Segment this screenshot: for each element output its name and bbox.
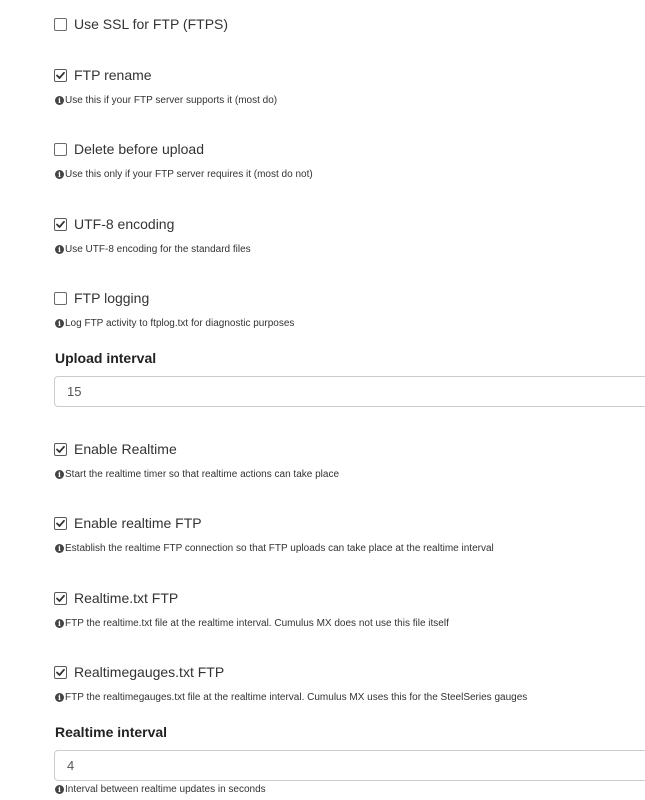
info-icon: i: [55, 469, 64, 479]
enable-realtime-checkbox[interactable]: [54, 442, 67, 456]
use-ssl-label: Use SSL for FTP (FTPS): [74, 16, 229, 32]
ftp-rename-help: i Use this if your FTP server supports i…: [55, 94, 277, 106]
upload-interval-input[interactable]: [54, 376, 645, 407]
utf8-encoding-checkbox[interactable]: [54, 217, 67, 231]
realtime-interval-help: i Interval between realtime updates in s…: [55, 783, 266, 795]
utf8-encoding-help: i Use UTF-8 encoding for the standard fi…: [55, 243, 251, 255]
realtime-txt-ftp-option[interactable]: Realtime.txt FTP: [54, 588, 178, 608]
checkmark-icon: [56, 594, 65, 602]
realtime-txt-ftp-checkbox[interactable]: [54, 591, 67, 605]
info-icon: i: [55, 692, 64, 702]
realtime-interval-help-text: Interval between realtime updates in sec…: [65, 783, 266, 795]
info-icon: i: [55, 244, 64, 254]
realtime-txt-ftp-label: Realtime.txt FTP: [74, 590, 179, 606]
utf8-encoding-label: UTF-8 encoding: [74, 216, 175, 232]
checkmark-icon: [56, 668, 65, 676]
enable-realtime-help-text: Start the realtime timer so that realtim…: [65, 468, 340, 480]
realtime-interval-label: Realtime interval: [55, 724, 168, 740]
delete-before-upload-help: i Use this only if your FTP server requi…: [55, 168, 313, 180]
ftp-logging-help-text: Log FTP activity to ftplog.txt for diagn…: [65, 317, 295, 329]
ftp-rename-option[interactable]: FTP rename: [54, 65, 152, 85]
realtimegauges-txt-ftp-option[interactable]: Realtimegauges.txt FTP: [54, 662, 224, 682]
utf8-encoding-help-text: Use UTF-8 encoding for the standard file…: [65, 243, 251, 255]
checkmark-icon: [56, 445, 65, 453]
ftp-rename-label: FTP rename: [74, 67, 152, 83]
enable-realtime-ftp-label: Enable realtime FTP: [74, 515, 202, 531]
realtimegauges-txt-ftp-help: i FTP the realtimegauges.txt file at the…: [55, 691, 527, 703]
ftp-settings-form: Use SSL for FTP (FTPS) FTP rename i Use …: [0, 0, 645, 800]
ftp-logging-option[interactable]: FTP logging: [54, 288, 149, 308]
ftp-logging-checkbox[interactable]: [54, 291, 67, 305]
enable-realtime-ftp-help-text: Establish the realtime FTP connection so…: [65, 542, 494, 554]
delete-before-upload-checkbox[interactable]: [54, 142, 67, 156]
ftp-logging-label: FTP logging: [74, 290, 150, 306]
enable-realtime-label: Enable Realtime: [74, 441, 177, 457]
enable-realtime-ftp-checkbox[interactable]: [54, 516, 67, 530]
utf8-encoding-option[interactable]: UTF-8 encoding: [54, 214, 174, 234]
ftp-logging-help: i Log FTP activity to ftplog.txt for dia…: [55, 317, 294, 329]
checkmark-icon: [56, 519, 65, 527]
realtimegauges-txt-ftp-checkbox[interactable]: [54, 665, 67, 679]
checkmark-icon: [56, 220, 65, 228]
ftp-rename-help-text: Use this if your FTP server supports it …: [65, 94, 278, 106]
delete-before-upload-option[interactable]: Delete before upload: [54, 139, 204, 159]
info-icon: i: [55, 618, 64, 628]
info-icon: i: [55, 95, 64, 105]
delete-before-upload-help-text: Use this only if your FTP server require…: [65, 168, 313, 180]
realtime-txt-ftp-help-text: FTP the realtime.txt file at the realtim…: [65, 617, 449, 629]
upload-interval-label: Upload interval: [55, 350, 157, 366]
enable-realtime-ftp-help: i Establish the realtime FTP connection …: [55, 542, 494, 554]
realtime-interval-input[interactable]: [54, 750, 645, 781]
enable-realtime-ftp-option[interactable]: Enable realtime FTP: [54, 513, 202, 533]
realtimegauges-txt-ftp-help-text: FTP the realtimegauges.txt file at the r…: [65, 691, 528, 703]
realtimegauges-txt-ftp-label: Realtimegauges.txt FTP: [74, 664, 225, 680]
enable-realtime-option[interactable]: Enable Realtime: [54, 439, 177, 459]
enable-realtime-help: i Start the realtime timer so that realt…: [55, 468, 339, 480]
info-icon: i: [55, 318, 64, 328]
use-ssl-checkbox[interactable]: [54, 17, 67, 31]
checkmark-icon: [56, 71, 65, 79]
realtime-txt-ftp-help: i FTP the realtime.txt file at the realt…: [55, 617, 449, 629]
info-icon: i: [55, 169, 64, 179]
info-icon: i: [55, 784, 64, 794]
use-ssl-option[interactable]: Use SSL for FTP (FTPS): [54, 14, 228, 34]
ftp-rename-checkbox[interactable]: [54, 68, 67, 82]
delete-before-upload-label: Delete before upload: [74, 141, 204, 157]
info-icon: i: [55, 543, 64, 553]
